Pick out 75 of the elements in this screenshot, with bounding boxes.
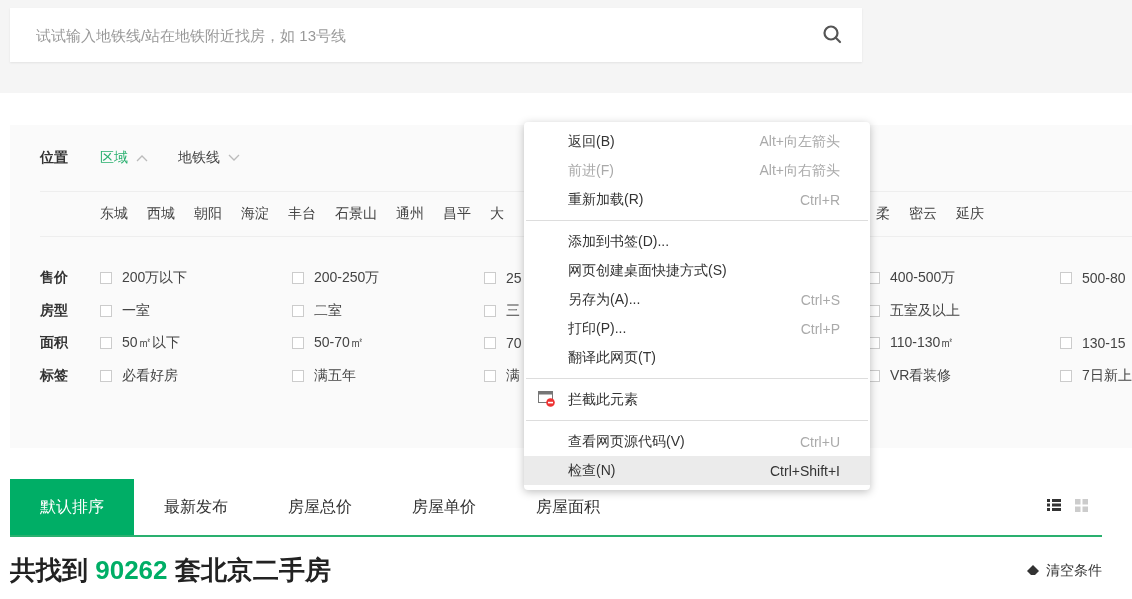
menu-item[interactable]: 检查(N) Ctrl+Shift+I <box>524 456 870 485</box>
district-link[interactable]: 东城 <box>100 205 128 223</box>
menu-item[interactable]: 拦截此元素 <box>524 385 870 414</box>
option-label[interactable]: VR看装修 <box>890 366 952 385</box>
checkbox[interactable] <box>292 272 304 285</box>
menu-item[interactable]: 打印(P)... Ctrl+P <box>524 314 870 343</box>
eraser-icon[interactable] <box>1026 563 1040 578</box>
option-label[interactable]: 200万以下 <box>122 269 188 288</box>
checkbox[interactable] <box>292 337 304 350</box>
result-count-heading: 共找到 90262 套北京二手房 <box>10 554 331 587</box>
sort-tab[interactable]: 房屋单价 <box>382 479 506 535</box>
menu-item[interactable]: 查看网页源代码(V) Ctrl+U <box>524 427 870 456</box>
district-link[interactable]: 延庆 <box>956 205 984 223</box>
filter-label: 售价 <box>40 269 69 288</box>
grid-view-icon[interactable] <box>1075 498 1088 512</box>
option-label[interactable]: 50㎡以下 <box>122 334 180 353</box>
option-label[interactable]: 70 <box>506 335 522 352</box>
filter-label: 面积 <box>40 334 69 353</box>
menu-item[interactable]: 另存为(A)... Ctrl+S <box>524 285 870 314</box>
option-label[interactable]: 必看好房 <box>122 366 178 385</box>
menu-item[interactable]: 网页创建桌面快捷方式(S) <box>524 256 870 285</box>
option-label[interactable]: 一室 <box>122 301 150 320</box>
district-link[interactable]: 通州 <box>396 205 424 223</box>
option-label[interactable]: 500-80 <box>1082 270 1126 287</box>
checkbox[interactable] <box>100 337 112 350</box>
option-label[interactable]: 7日新上 <box>1082 366 1132 385</box>
chevron-down-icon <box>228 154 240 162</box>
checkbox[interactable] <box>100 304 112 317</box>
filter-label: 标签 <box>40 366 69 385</box>
checkbox[interactable] <box>100 272 112 285</box>
menu-item[interactable]: 翻译此网页(T) <box>524 343 870 372</box>
sort-tab[interactable]: 最新发布 <box>134 479 258 535</box>
checkbox[interactable] <box>292 369 304 382</box>
option-label[interactable]: 25 <box>506 270 522 287</box>
district-link[interactable]: 朝阳 <box>194 205 222 223</box>
clear-filters-link[interactable]: 清空条件 <box>1046 561 1102 580</box>
district-link[interactable]: 密云 <box>909 205 937 223</box>
option-label[interactable]: 110-130㎡ <box>890 334 955 353</box>
checkbox[interactable] <box>484 304 496 317</box>
option-label[interactable]: 三 <box>506 301 520 320</box>
checkbox[interactable] <box>292 304 304 317</box>
menu-item[interactable]: 重新加载(R) Ctrl+R <box>524 185 870 214</box>
checkbox[interactable] <box>100 369 112 382</box>
district-link[interactable]: 海淀 <box>241 205 269 223</box>
checkbox[interactable] <box>484 272 496 285</box>
checkbox[interactable] <box>1060 369 1072 382</box>
district-link[interactable]: 柔 <box>876 205 890 223</box>
search-field[interactable]: 试试输入地铁线/站在地铁附近找房，如 13号线 <box>10 8 862 62</box>
filter-label: 位置 <box>40 149 69 167</box>
sort-tab[interactable]: 房屋总价 <box>258 479 382 535</box>
option-label[interactable]: 130-15 <box>1082 335 1126 352</box>
district-link[interactable]: 大 <box>490 205 504 223</box>
list-view-icon[interactable] <box>1047 499 1061 511</box>
district-link[interactable]: 丰台 <box>288 205 316 223</box>
checkbox[interactable] <box>484 337 496 350</box>
filter-label: 房型 <box>40 301 69 320</box>
option-label[interactable]: 200-250万 <box>314 269 380 288</box>
chevron-up-icon <box>136 154 148 162</box>
location-tab[interactable]: 地铁线 <box>178 149 240 167</box>
option-label[interactable]: 二室 <box>314 301 342 320</box>
menu-item[interactable]: 添加到书签(D)... <box>524 227 870 256</box>
checkbox[interactable] <box>1060 272 1072 285</box>
blocked-window-icon <box>538 391 556 407</box>
option-label[interactable]: 400-500万 <box>890 269 956 288</box>
option-label[interactable]: 50-70㎡ <box>314 334 364 353</box>
option-label[interactable]: 满五年 <box>314 366 356 385</box>
menu-item[interactable]: 返回(B) Alt+向左箭头 <box>524 127 870 156</box>
option-label[interactable]: 满 <box>506 366 520 385</box>
search-icon[interactable] <box>822 24 844 46</box>
checkbox[interactable] <box>484 369 496 382</box>
option-label[interactable]: 五室及以上 <box>890 301 960 320</box>
district-link[interactable]: 西城 <box>147 205 175 223</box>
checkbox[interactable] <box>1060 337 1072 350</box>
district-link[interactable]: 石景山 <box>335 205 377 223</box>
district-link[interactable]: 昌平 <box>443 205 471 223</box>
